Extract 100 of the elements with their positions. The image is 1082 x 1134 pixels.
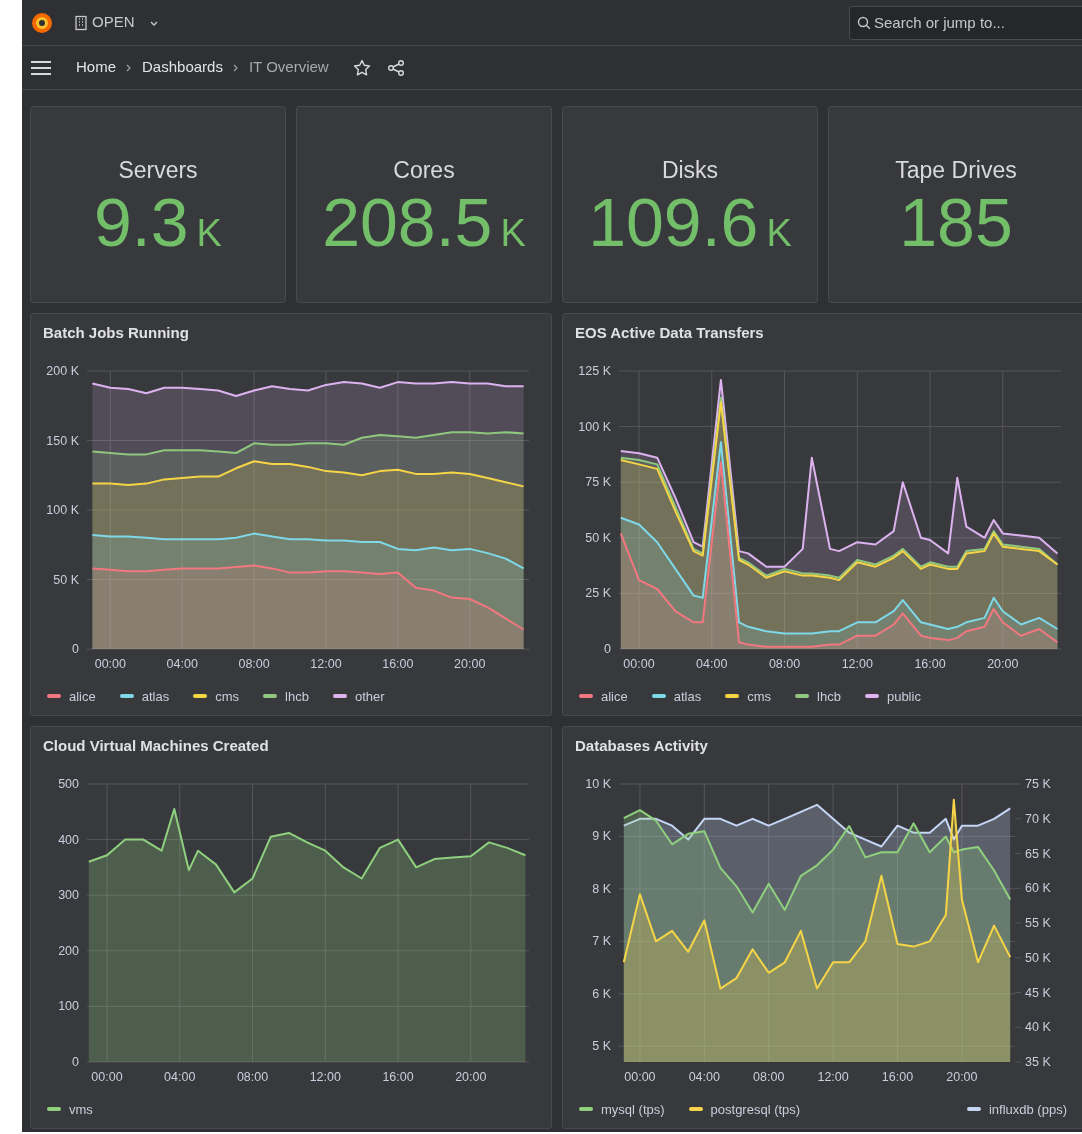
legend-item[interactable]: lhcb — [817, 686, 841, 706]
legend-item[interactable]: alice — [601, 686, 628, 706]
axis-label: 75 K — [1025, 776, 1051, 791]
axis-label: 50 K — [585, 530, 611, 545]
axis-label: 150 K — [46, 433, 79, 447]
legend-swatch — [263, 694, 278, 699]
legend-swatch — [47, 1107, 61, 1112]
axis-label: 400 — [58, 832, 79, 847]
axis-label: 16:00 — [914, 656, 946, 671]
axis-label: 300 — [58, 887, 79, 902]
axis-label: 55 K — [1025, 915, 1051, 930]
legend-swatch — [332, 694, 347, 699]
menu-icon[interactable] — [30, 59, 52, 76]
axis-label: 5 K — [592, 1038, 611, 1053]
axis-label: 12:00 — [310, 656, 342, 671]
legend-item[interactable]: public — [886, 686, 921, 706]
panel-title: Cloud Virtual Machines Created — [43, 736, 270, 756]
axis-label: 50 K — [53, 572, 79, 586]
axis-label: 08:00 — [753, 1069, 785, 1084]
axis-label: 8 K — [592, 881, 611, 896]
legend-swatch — [47, 694, 61, 699]
breadcrumb-link[interactable]: IT Overview — [248, 56, 329, 79]
axis-label: 200 — [58, 943, 79, 958]
stat-unit: K — [500, 213, 526, 252]
axis-label: 08:00 — [236, 1069, 269, 1084]
axis-label: 75 K — [585, 474, 611, 489]
axis-label: 04:00 — [688, 1069, 720, 1084]
axis-label: 25 K — [585, 585, 611, 600]
legend-swatch — [688, 1107, 703, 1112]
axis-label: 16:00 — [382, 656, 414, 671]
legend-swatch — [966, 1107, 981, 1112]
axis-label: 04:00 — [164, 1069, 196, 1084]
legend-swatch — [579, 1107, 593, 1112]
legend-item[interactable]: postgresql (tps) — [710, 1099, 801, 1119]
axis-label: 65 K — [1025, 846, 1051, 860]
axis-label: 45 K — [1025, 985, 1051, 999]
breadcrumb-link[interactable]: Home — [76, 56, 116, 79]
legend-item[interactable]: other — [354, 686, 385, 706]
star-icon[interactable] — [352, 58, 371, 77]
axis-label: 12:00 — [309, 1069, 341, 1084]
legend-item[interactable]: cms — [747, 686, 772, 706]
axis-label: 125 K — [578, 363, 611, 378]
axis-label: 40 K — [1025, 1019, 1051, 1034]
axis-label: 12:00 — [841, 656, 873, 671]
axis-label: 20:00 — [454, 656, 486, 671]
axis-label: 16:00 — [881, 1069, 914, 1084]
axis-label: 0 — [72, 1054, 79, 1069]
panel-title: Batch Jobs Running — [43, 323, 190, 343]
legend-swatch — [119, 694, 134, 699]
stat-value: 208.5 — [322, 187, 493, 256]
search-icon — [857, 15, 871, 30]
axis-label: 0 — [604, 641, 611, 656]
legend-swatch — [864, 694, 879, 699]
stat-title: Tape Drives — [895, 156, 1017, 186]
stat-title: Disks — [661, 156, 719, 186]
legend-swatch — [193, 694, 208, 699]
logo-icon[interactable] — [30, 10, 54, 35]
axis-label: 60 K — [1025, 880, 1051, 895]
stat-title: Servers — [118, 156, 198, 186]
axis-label: 7 K — [592, 933, 611, 948]
axis-label: 00:00 — [94, 656, 126, 671]
panel-title: Databases Activity — [575, 736, 709, 756]
axis-label: 00:00 — [623, 656, 655, 671]
axis-label: 20:00 — [946, 1069, 978, 1084]
legend-item[interactable]: cms — [215, 686, 240, 706]
legend-item[interactable]: atlas — [141, 686, 170, 706]
axis-label: 70 K — [1025, 811, 1051, 826]
legend-item[interactable]: influxdb (pps) — [988, 1099, 1067, 1119]
axis-label: 16:00 — [382, 1069, 414, 1084]
axis-label: 6 K — [592, 986, 611, 1001]
building-icon — [74, 14, 88, 31]
axis-label: 20:00 — [455, 1069, 487, 1084]
legend-swatch — [725, 694, 740, 699]
stat-unit: K — [196, 213, 222, 252]
axis-label: 200 K — [46, 363, 79, 378]
search-field[interactable]: Search or jump to... — [849, 5, 1082, 40]
axis-label: 100 K — [46, 502, 79, 517]
axis-label: 04:00 — [166, 656, 198, 671]
legend-item[interactable]: atlas — [673, 686, 702, 706]
axis-label: 500 — [58, 776, 79, 791]
axis-label: 20:00 — [987, 656, 1019, 671]
share-icon[interactable] — [386, 58, 405, 77]
breadcrumb-link[interactable]: Dashboards — [142, 56, 223, 79]
legend-item[interactable]: alice — [69, 686, 96, 706]
axis-label: 100 — [58, 998, 79, 1013]
org-switcher[interactable]: OPEN — [70, 7, 165, 38]
panel-title: EOS Active Data Transfers — [575, 323, 765, 343]
legend-swatch — [795, 694, 810, 699]
stat-value: 109.6 — [588, 187, 759, 256]
legend-item[interactable]: mysql (tps) — [601, 1099, 665, 1119]
axis-label: 00:00 — [624, 1069, 656, 1084]
stat-title: Cores — [393, 156, 455, 186]
legend-item[interactable]: vms — [69, 1099, 93, 1119]
axis-label: 08:00 — [768, 656, 801, 671]
axis-label: 08:00 — [238, 656, 270, 671]
axis-label: 50 K — [1025, 950, 1051, 965]
axis-label: 12:00 — [817, 1069, 849, 1084]
stat-unit: K — [766, 213, 792, 252]
axis-label: 10 K — [585, 776, 611, 791]
legend-item[interactable]: lhcb — [285, 686, 309, 706]
